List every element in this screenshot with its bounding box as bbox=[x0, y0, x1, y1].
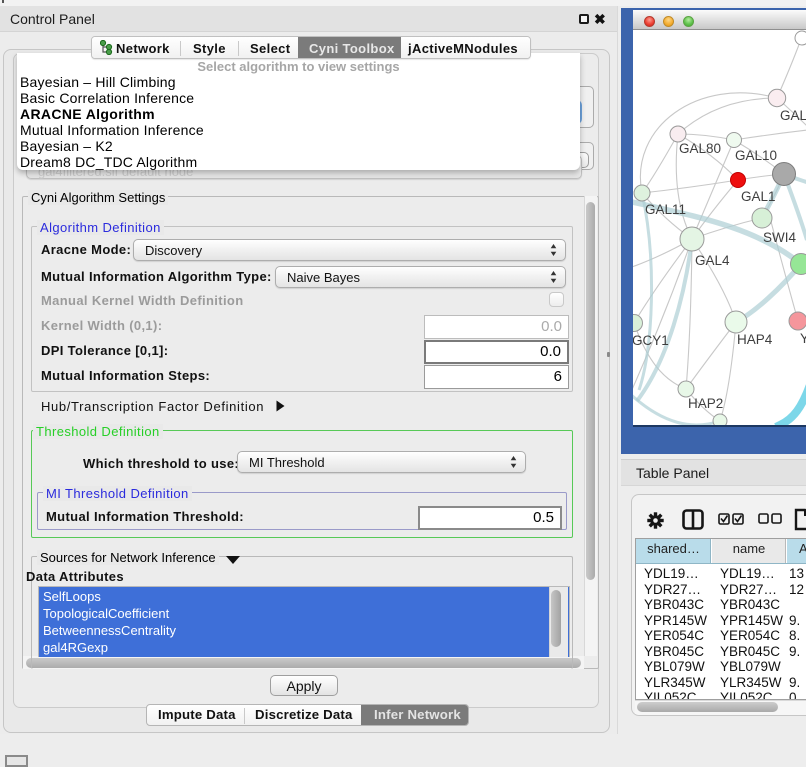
svg-text:GCY1: GCY1 bbox=[633, 333, 669, 348]
svg-text:SWI4: SWI4 bbox=[763, 230, 796, 245]
svg-text:GAL: GAL bbox=[780, 108, 806, 123]
svg-text:GAL1: GAL1 bbox=[741, 189, 776, 204]
svg-text:GAL4: GAL4 bbox=[695, 253, 730, 268]
svg-text:GAL10: GAL10 bbox=[735, 148, 777, 163]
svg-text:HAP2: HAP2 bbox=[688, 396, 723, 411]
svg-text:HAP4: HAP4 bbox=[737, 332, 773, 347]
svg-text:GAL11: GAL11 bbox=[645, 202, 686, 217]
svg-text:GAL80: GAL80 bbox=[679, 141, 721, 156]
svg-text:Y: Y bbox=[800, 331, 806, 346]
